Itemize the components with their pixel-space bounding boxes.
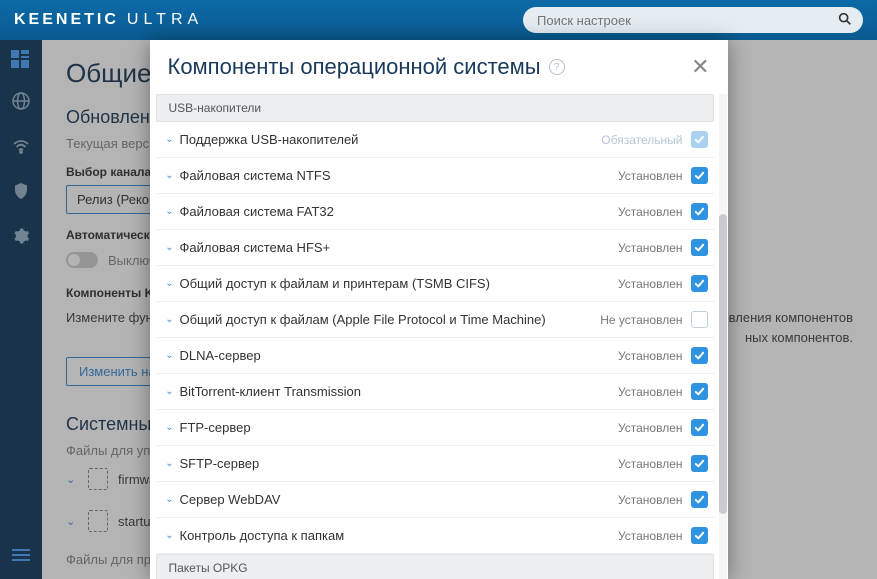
chevron-down-icon[interactable]: ⌄ — [162, 278, 178, 289]
component-checkbox[interactable] — [691, 491, 708, 508]
component-row[interactable]: ⌄BitTorrent-клиент TransmissionУстановле… — [156, 374, 714, 410]
component-row[interactable]: ⌄Общий доступ к файлам (Apple File Proto… — [156, 302, 714, 338]
brand-text-2: ULTRA — [127, 11, 203, 29]
search-icon[interactable] — [837, 11, 853, 32]
component-checkbox[interactable] — [691, 527, 708, 544]
chevron-down-icon[interactable]: ⌄ — [162, 350, 178, 361]
component-row[interactable]: ⌄Поддержка USB-накопителейОбязательный — [156, 122, 714, 158]
component-name: Файловая система FAT32 — [180, 204, 618, 219]
chevron-down-icon[interactable]: ⌄ — [162, 314, 178, 325]
component-status: Установлен — [618, 493, 683, 507]
chevron-down-icon[interactable]: ⌄ — [162, 530, 178, 541]
components-modal: Компоненты операционной системы ? ✕ USB-… — [150, 40, 728, 579]
component-name: SFTP-сервер — [180, 456, 618, 471]
component-status: Обязательный — [601, 133, 682, 147]
component-checkbox[interactable] — [691, 239, 708, 256]
modal-overlay: Компоненты операционной системы ? ✕ USB-… — [0, 40, 877, 579]
component-name: Общий доступ к файлам (Apple File Protoc… — [180, 312, 601, 327]
top-header: KEENETIC ULTRA — [0, 0, 877, 40]
chevron-down-icon[interactable]: ⌄ — [162, 134, 178, 145]
component-row[interactable]: ⌄Контроль доступа к папкамУстановлен — [156, 518, 714, 554]
component-name: Сервер WebDAV — [180, 492, 618, 507]
chevron-down-icon[interactable]: ⌄ — [162, 494, 178, 505]
modal-title: Компоненты операционной системы — [168, 54, 541, 80]
component-status: Не установлен — [600, 313, 682, 327]
component-status: Установлен — [618, 385, 683, 399]
component-status: Установлен — [618, 529, 683, 543]
component-status: Установлен — [618, 421, 683, 435]
chevron-down-icon[interactable]: ⌄ — [162, 242, 178, 253]
component-checkbox[interactable] — [691, 383, 708, 400]
chevron-down-icon[interactable]: ⌄ — [162, 458, 178, 469]
close-icon[interactable]: ✕ — [691, 54, 709, 80]
component-name: Контроль доступа к папкам — [180, 528, 618, 543]
component-section-header: Пакеты OPKG — [156, 554, 714, 579]
component-checkbox[interactable] — [691, 419, 708, 436]
brand-text-1: KEENETIC — [14, 11, 119, 29]
component-name: Файловая система NTFS — [180, 168, 618, 183]
help-icon[interactable]: ? — [549, 59, 565, 75]
component-row[interactable]: ⌄Общий доступ к файлам и принтерам (TSMB… — [156, 266, 714, 302]
modal-header: Компоненты операционной системы ? ✕ — [150, 40, 728, 94]
modal-body: USB-накопители⌄Поддержка USB-накопителей… — [150, 94, 728, 579]
component-status: Установлен — [618, 241, 683, 255]
component-checkbox — [691, 131, 708, 148]
chevron-down-icon[interactable]: ⌄ — [162, 386, 178, 397]
component-checkbox[interactable] — [691, 275, 708, 292]
component-name: Общий доступ к файлам и принтерам (TSMB … — [180, 276, 618, 291]
chevron-down-icon[interactable]: ⌄ — [162, 206, 178, 217]
scrollbar-track[interactable] — [719, 94, 727, 579]
component-row[interactable]: ⌄Файловая система NTFSУстановлен — [156, 158, 714, 194]
component-status: Установлен — [618, 205, 683, 219]
brand-logo: KEENETIC ULTRA — [14, 11, 203, 29]
component-status: Установлен — [618, 169, 683, 183]
component-checkbox[interactable] — [691, 311, 708, 328]
component-row[interactable]: ⌄Файловая система FAT32Установлен — [156, 194, 714, 230]
component-checkbox[interactable] — [691, 203, 708, 220]
component-row[interactable]: ⌄DLNA-серверУстановлен — [156, 338, 714, 374]
component-name: FTP-сервер — [180, 420, 618, 435]
component-section-header: USB-накопители — [156, 94, 714, 122]
chevron-down-icon[interactable]: ⌄ — [162, 422, 178, 433]
component-status: Установлен — [618, 277, 683, 291]
component-name: DLNA-сервер — [180, 348, 618, 363]
chevron-down-icon[interactable]: ⌄ — [162, 170, 178, 181]
component-name: BitTorrent-клиент Transmission — [180, 384, 618, 399]
component-checkbox[interactable] — [691, 167, 708, 184]
component-checkbox[interactable] — [691, 347, 708, 364]
search-wrap — [523, 7, 863, 33]
component-row[interactable]: ⌄FTP-серверУстановлен — [156, 410, 714, 446]
scrollbar-thumb[interactable] — [719, 214, 727, 514]
component-row[interactable]: ⌄Файловая система HFS+Установлен — [156, 230, 714, 266]
component-name: Поддержка USB-накопителей — [180, 132, 602, 147]
component-row[interactable]: ⌄Сервер WebDAVУстановлен — [156, 482, 714, 518]
search-input[interactable] — [523, 7, 863, 33]
component-name: Файловая система HFS+ — [180, 240, 618, 255]
component-status: Установлен — [618, 457, 683, 471]
component-status: Установлен — [618, 349, 683, 363]
component-checkbox[interactable] — [691, 455, 708, 472]
component-row[interactable]: ⌄SFTP-серверУстановлен — [156, 446, 714, 482]
